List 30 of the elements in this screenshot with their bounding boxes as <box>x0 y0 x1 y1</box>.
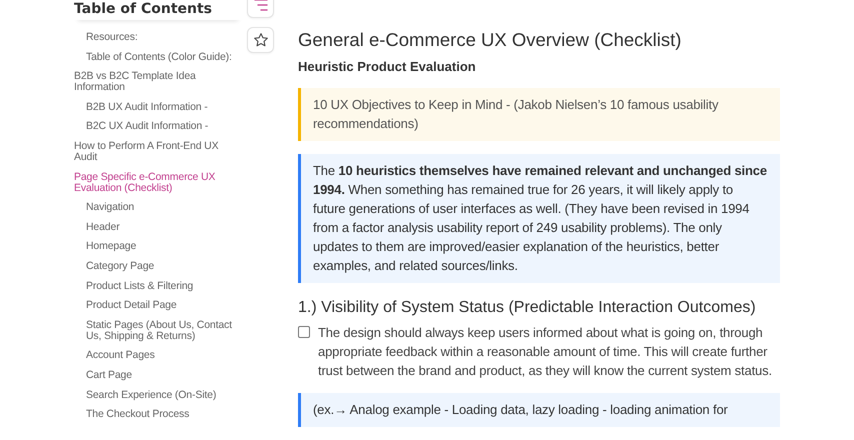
toc-item[interactable]: Product Lists & Filtering <box>74 276 242 296</box>
toc-item[interactable]: B2B vs B2C Template Idea Information <box>74 67 242 98</box>
callout: 10 UX Objectives to Keep in Mind - (Jakob Nielsen’s 10 famous usability recommendations) <box>298 88 780 141</box>
toc-item[interactable]: Cart Page <box>74 366 242 386</box>
star-icon <box>252 32 268 48</box>
callout: (ex.→ Analog example - Loading data, lazy loading - loading animation for <box>298 393 780 427</box>
favorite-button[interactable] <box>247 27 274 53</box>
toc-item[interactable]: B2C UX Audit Information - <box>74 117 242 137</box>
toc-item[interactable]: How to Perform A Front-End UX Audit <box>74 136 242 168</box>
checkbox[interactable] <box>298 326 310 338</box>
toc-item[interactable]: Resources: <box>74 28 242 48</box>
toc-item[interactable]: Table of Contents (Color Guide): <box>74 48 242 68</box>
page-subtitle: Heuristic Product Evaluation <box>298 59 477 74</box>
outline-icon <box>254 0 268 12</box>
toc-item[interactable]: Header <box>74 218 242 238</box>
toc-item[interactable]: Category Page <box>74 256 242 277</box>
section-heading: 1.) Visibility of System Status (Predictable Interaction Outcomes) <box>298 299 757 317</box>
toc-item[interactable]: B2B UX Audit Information - <box>74 98 242 118</box>
toc-item[interactable]: Account Pages <box>74 346 242 366</box>
toc-item[interactable]: Homepage <box>74 237 242 257</box>
todo-text: The design should always keep users informed about what is going on, through appropriate feedback within a reasonable amount of time. This will create further trust between the brand and product, as they will know the current system status. <box>318 324 773 380</box>
toc-item[interactable]: Page Specific e-Commerce UX Evaluation (Checklist) <box>74 168 242 198</box>
toc-item[interactable]: Search Experience (On-Site) <box>74 386 242 406</box>
toc-item[interactable]: The Checkout Process <box>74 405 242 425</box>
callout: The 10 heuristics themselves have remained relevant and unchanged since 1994. When something has remained true for 26 years, it will likely apply to future generations of user interfaces as well. (They have been revised in 1994 from a factor analysis usability report of 249 usability problems). The only updates to them are improved/easier explanation of the heuristics, better examples, and related sources/links. <box>298 154 780 283</box>
page-title: General e-Commerce UX Overview (Checklist) <box>298 28 682 52</box>
toc-item[interactable]: Navigation <box>74 198 242 218</box>
toc-item[interactable]: Product Detail Page <box>74 296 242 316</box>
toc-title: Table of Contents <box>74 0 214 18</box>
toc-item[interactable]: Static Pages (About Us, Contact Us, Shipping & Returns) <box>74 316 242 346</box>
